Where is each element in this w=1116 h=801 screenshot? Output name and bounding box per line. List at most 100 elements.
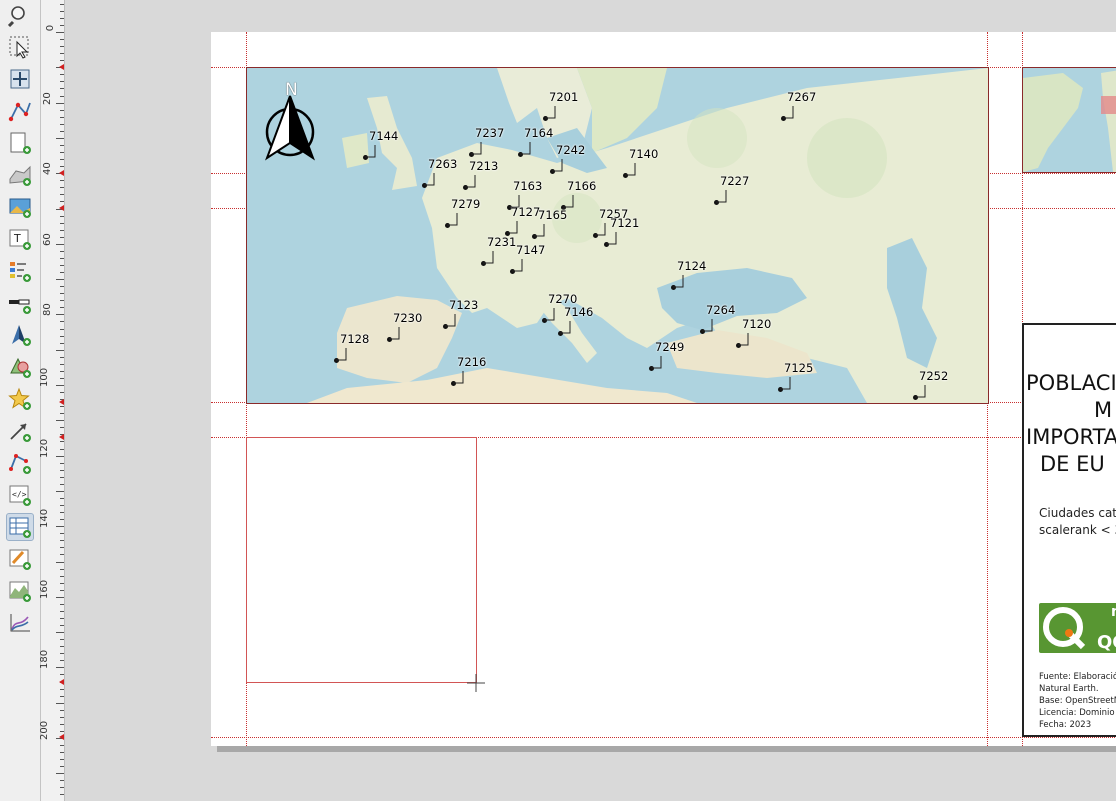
add-scalebar-tool[interactable]	[6, 289, 34, 317]
ruler-tick	[60, 716, 64, 718]
add-north-arrow-tool[interactable]	[6, 321, 34, 349]
ruler-tick	[56, 561, 64, 563]
ruler-label: 120	[39, 438, 50, 458]
move-content-tool[interactable]	[6, 65, 34, 93]
ruler-label: 100	[39, 367, 50, 387]
ruler-tick	[60, 123, 64, 125]
add-chart-tool[interactable]	[6, 609, 34, 637]
edit-nodes-icon	[8, 102, 31, 122]
city-label: 7263	[428, 157, 458, 171]
guide-marker[interactable]	[59, 64, 64, 70]
callout-line	[702, 319, 713, 332]
add-fixed-table-tool[interactable]	[6, 545, 34, 573]
zoom-tool[interactable]	[6, 1, 34, 29]
city-label: 7270	[548, 292, 578, 306]
guide-marker[interactable]	[59, 205, 64, 211]
add-html-tool[interactable]: </>	[6, 481, 34, 509]
add-legend-tool[interactable]	[6, 257, 34, 285]
ruler-tick	[56, 349, 64, 351]
ruler-tick	[60, 547, 64, 549]
add-picture-tool[interactable]	[6, 193, 34, 221]
overview-map-item[interactable]	[1022, 67, 1116, 173]
ruler-tick	[60, 787, 64, 789]
ruler-tick	[60, 639, 64, 641]
callout-line	[544, 308, 555, 321]
city-label: 7213	[469, 159, 499, 173]
select-tool[interactable]	[6, 33, 34, 61]
ruler-tick	[60, 229, 64, 231]
layout-toolbar: T </>	[0, 0, 41, 801]
callout-line	[780, 377, 791, 390]
map-item[interactable]: N 7201 7267 7144 7164 7237 7242 7140 7263 7213 71…	[246, 67, 989, 404]
city-label: 7128	[340, 332, 370, 346]
empty-frame-item[interactable]	[246, 437, 477, 683]
ruler-tick	[60, 116, 64, 118]
ruler-tick	[60, 356, 64, 358]
guide-marker[interactable]	[59, 734, 64, 740]
layout-page[interactable]: N 7201 7267 7144 7164 7237 7242 7140 7263 7213 71…	[211, 32, 1116, 746]
add-node-item-tool[interactable]	[6, 449, 34, 477]
callout-line	[389, 327, 400, 340]
vertical-ruler[interactable]: 0 20 40 60 80 100 120 140 160 180 200	[39, 0, 65, 801]
ruler-tick	[60, 166, 64, 168]
add-scalebar-icon	[9, 299, 31, 314]
map-title: POBLACI M IMPORTA DE EU	[1024, 370, 1116, 478]
callout-line	[447, 213, 458, 226]
ruler-tick	[60, 144, 64, 146]
add-shape-tool[interactable]	[6, 353, 34, 381]
ruler-tick	[60, 257, 64, 259]
ruler-tick	[60, 406, 64, 408]
guide-marker[interactable]	[59, 434, 64, 440]
callout-line	[563, 195, 574, 208]
callout-line	[552, 159, 563, 172]
ruler-label: 160	[39, 579, 50, 599]
ruler-label: 0	[45, 24, 56, 32]
add-marker-tool[interactable]	[6, 385, 34, 413]
ruler-tick	[60, 413, 64, 415]
zoom-icon	[8, 6, 25, 27]
subtitle-line: scalerank < 3	[1039, 523, 1116, 537]
add-elevation-profile-tool[interactable]	[6, 577, 34, 605]
city-label: 7279	[451, 197, 481, 211]
ruler-tick	[60, 794, 64, 796]
add-attribute-table-tool[interactable]	[6, 513, 34, 541]
ruler-tick	[60, 653, 64, 655]
ruler-tick	[60, 24, 64, 26]
info-panel[interactable]: POBLACI M IMPORTA DE EU Ciudades cata sc…	[1022, 323, 1116, 737]
guide-marker[interactable]	[59, 679, 64, 685]
ruler-tick	[60, 674, 64, 676]
ruler-tick	[60, 109, 64, 111]
svg-text:</>: </>	[12, 490, 27, 499]
ruler-tick	[60, 159, 64, 161]
callout-line	[483, 251, 494, 264]
ruler-tick	[60, 236, 64, 238]
callout-line	[915, 385, 926, 398]
ruler-tick	[60, 462, 64, 464]
add-marker-icon	[8, 387, 31, 410]
guide-line[interactable]	[211, 737, 1116, 738]
ruler-tick	[56, 420, 64, 422]
add-arrow-tool[interactable]	[6, 417, 34, 445]
city-label: 7230	[393, 311, 423, 325]
add-label-tool[interactable]: T	[6, 225, 34, 253]
ruler-tick	[60, 194, 64, 196]
guide-marker[interactable]	[59, 399, 64, 405]
edit-nodes-tool[interactable]	[6, 97, 34, 125]
ruler-tick	[60, 201, 64, 203]
add-chart-icon	[10, 614, 30, 632]
city-label: 7164	[524, 126, 554, 140]
crosshair-cursor-icon	[467, 674, 485, 692]
add-page-tool[interactable]	[6, 129, 34, 157]
callout-line	[445, 314, 456, 327]
city-label: 7227	[720, 174, 750, 188]
ruler-tick	[60, 286, 64, 288]
title-line: M	[1094, 398, 1113, 422]
source-line: Fuente: Elaboració	[1039, 672, 1116, 682]
north-label: N	[285, 80, 298, 100]
city-label: 7163	[513, 179, 543, 193]
add-3d-map-tool[interactable]	[6, 161, 34, 189]
logo-text: QG	[1097, 632, 1116, 653]
city-label: 7242	[556, 143, 586, 157]
guide-marker[interactable]	[59, 170, 64, 176]
subtitle-line: Ciudades cata	[1039, 506, 1116, 520]
